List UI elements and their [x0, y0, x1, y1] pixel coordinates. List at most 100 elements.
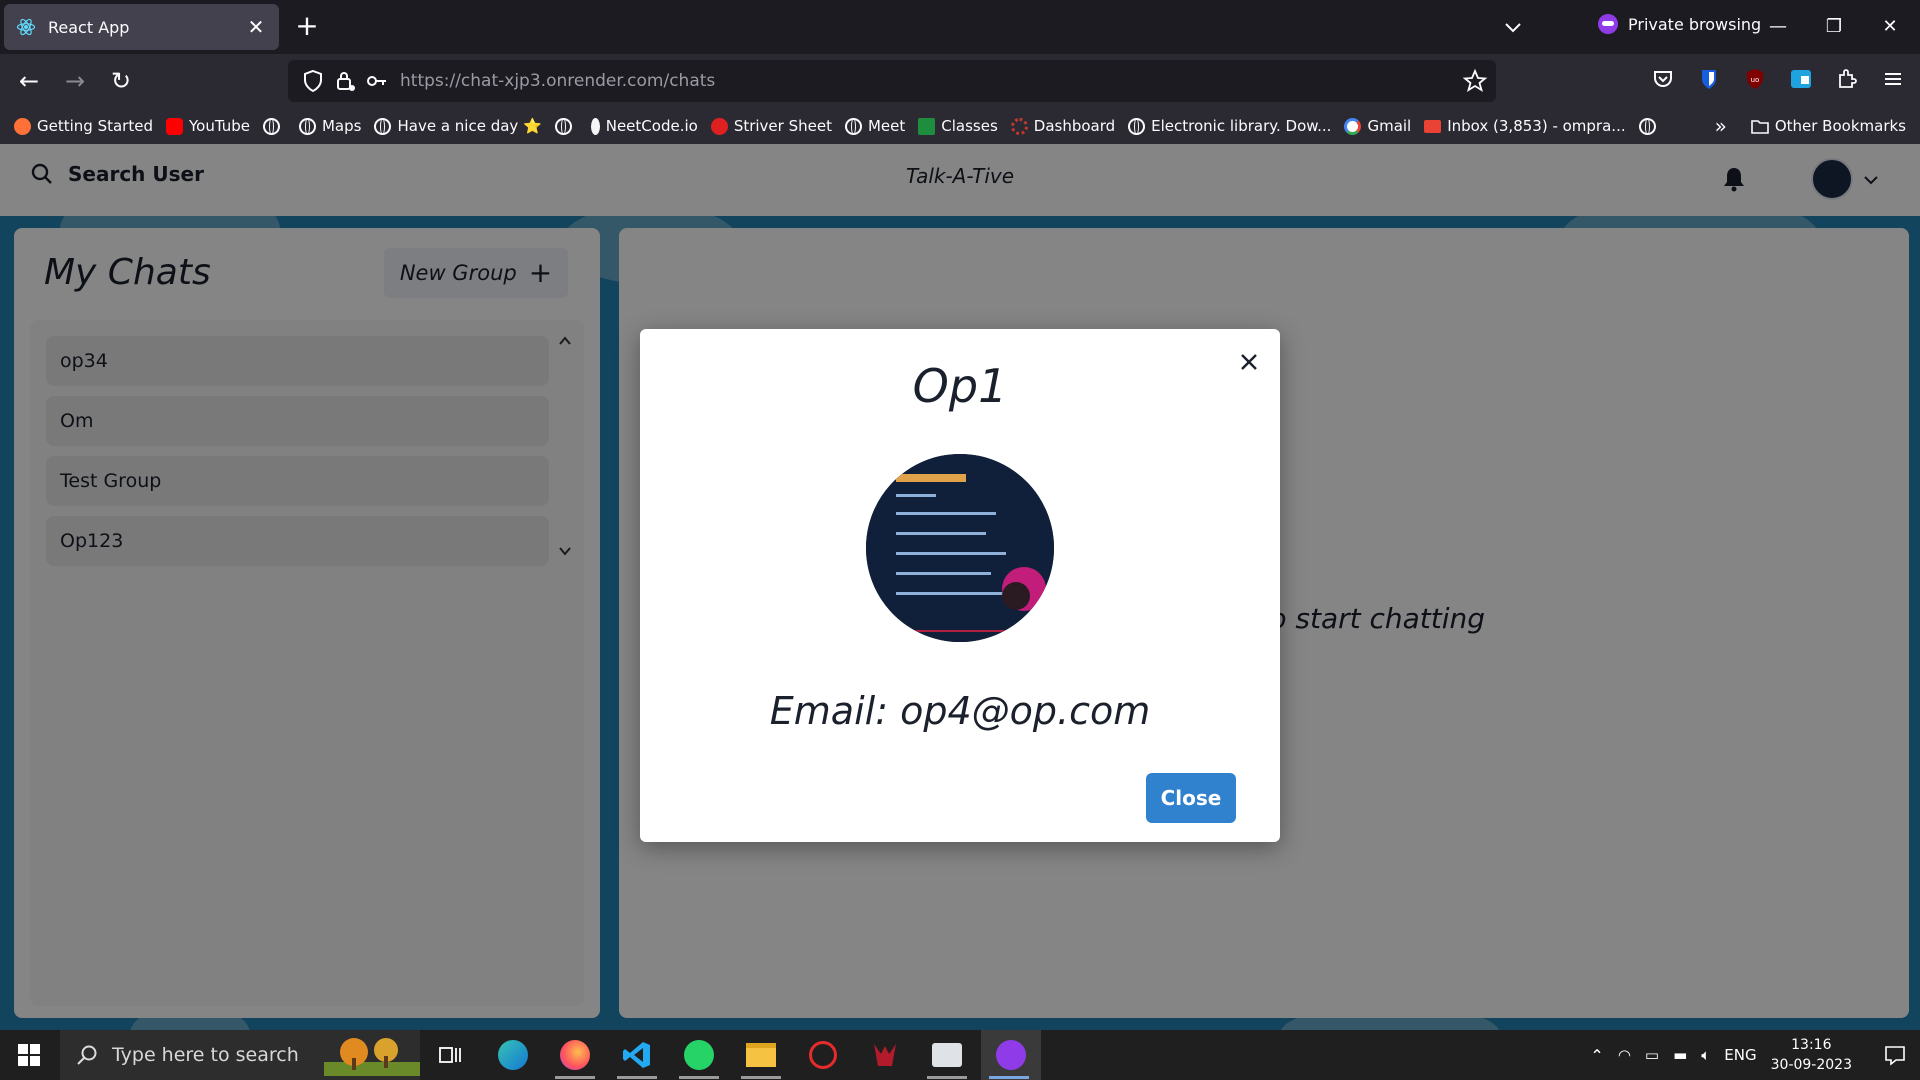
taskbar-firefox-private[interactable]: [981, 1030, 1041, 1080]
taskbar-tablet-app[interactable]: [919, 1030, 975, 1080]
user-profile-modal: Op1 Email: op4@op.com Close: [640, 329, 1280, 842]
taskbar-search-placeholder: Type here to search: [112, 1044, 299, 1066]
new-tab-button[interactable]: +: [292, 10, 322, 44]
bookmark-dashboard[interactable]: Dashboard: [1010, 117, 1116, 135]
whatsapp-icon: [684, 1040, 714, 1070]
bookmark-label: Electronic library. Dow...: [1151, 117, 1332, 135]
globe-icon: [554, 117, 572, 135]
autumn-scene-icon: [324, 1038, 420, 1076]
star-icon[interactable]: [1462, 68, 1488, 94]
modal-avatar-image: [866, 454, 1054, 642]
url-host: https://chat-xjp3.onrender.com: [400, 71, 664, 91]
extensions-icon[interactable]: [1834, 66, 1860, 92]
other-bookmarks-label: Other Bookmarks: [1774, 117, 1906, 135]
bookmark-label: Inbox (3,853) - ompra...: [1447, 117, 1626, 135]
bookmark-inbox[interactable]: Inbox (3,853) - ompra...: [1424, 117, 1626, 135]
taskbar-search[interactable]: Type here to search: [60, 1030, 420, 1080]
battery-icon[interactable]: ▬: [1673, 1046, 1687, 1064]
slide-thumbnail-image: [866, 454, 1054, 642]
bookmark-striver-sheet[interactable]: Striver Sheet: [710, 117, 832, 135]
globe-icon: [1128, 117, 1146, 135]
bookmark-label: Dashboard: [1033, 117, 1116, 135]
bookmark-youtube[interactable]: YouTube: [165, 117, 250, 135]
tuf-icon: [710, 117, 728, 135]
modal-user-name: Op1: [912, 359, 1008, 413]
app-red-icon: [809, 1041, 837, 1069]
globe-icon: [262, 117, 280, 135]
taskbar-vscode[interactable]: [609, 1030, 665, 1080]
chevron-double-right-icon[interactable]: »: [1715, 114, 1727, 138]
bookmark-meet[interactable]: Meet: [844, 117, 906, 135]
language-indicator[interactable]: ENG: [1724, 1046, 1756, 1064]
taskbar-whatsapp[interactable]: [671, 1030, 727, 1080]
bookmark-have-a-nice-day[interactable]: Have a nice day ⭐: [374, 117, 542, 135]
close-tab-icon[interactable]: ✕: [245, 15, 267, 39]
reload-button[interactable]: ↻: [106, 66, 136, 96]
url-bar[interactable]: https://chat-xjp3.onrender.com/chats: [288, 60, 1496, 102]
taskbar-firefox[interactable]: [547, 1030, 603, 1080]
clock-time: 13:16: [1791, 1037, 1832, 1053]
taskbar-predator[interactable]: [857, 1030, 913, 1080]
menu-icon[interactable]: [1880, 66, 1906, 92]
globe-icon: [374, 117, 392, 135]
browser-tab[interactable]: React App ✕: [4, 4, 279, 50]
close-icon[interactable]: [1234, 347, 1264, 377]
bookmark-globe-2[interactable]: [554, 117, 578, 135]
globe-icon: [1638, 117, 1656, 135]
clock[interactable]: 13:16 30-09-2023: [1771, 1035, 1852, 1075]
bookmark-label: Classes: [941, 117, 998, 135]
vscode-icon: [623, 1042, 650, 1068]
minimize-button[interactable]: —: [1756, 10, 1800, 44]
volume-icon[interactable]: 🔈︎: [1701, 1046, 1710, 1064]
system-tray: ⌃ ◠ ▭ ▬ 🔈︎ ENG 13:16 30-09-2023: [1590, 1030, 1920, 1080]
bookmark-label: Striver Sheet: [733, 117, 832, 135]
taskbar-file-explorer[interactable]: [733, 1030, 789, 1080]
bookmark-globe-1[interactable]: [262, 117, 286, 135]
shield-icon[interactable]: [300, 68, 326, 94]
back-button[interactable]: ←: [14, 66, 44, 96]
chevron-down-icon[interactable]: [1500, 14, 1526, 40]
close-button[interactable]: Close: [1146, 773, 1236, 823]
key-icon[interactable]: [364, 68, 390, 94]
chevron-up-icon[interactable]: ⌃: [1590, 1046, 1603, 1065]
taskbar-app-red[interactable]: [795, 1030, 851, 1080]
private-mask-icon: [996, 1040, 1026, 1070]
wifi-icon[interactable]: ◠: [1618, 1046, 1631, 1064]
notification-icon[interactable]: [1884, 1044, 1906, 1066]
globe-icon: [298, 117, 316, 135]
bookmark-globe-3[interactable]: [1638, 117, 1662, 135]
forward-button[interactable]: →: [60, 66, 90, 96]
ublock-icon[interactable]: uo: [1742, 66, 1768, 92]
bookmark-label: Getting Started: [37, 117, 153, 135]
url-path: /chats: [663, 71, 716, 91]
bitwarden-icon[interactable]: [1696, 66, 1722, 92]
bookmark-classes[interactable]: Classes: [918, 117, 998, 135]
bookmark-gmail[interactable]: Gmail: [1344, 117, 1411, 135]
folder-icon: [1751, 120, 1769, 134]
windows-start-icon[interactable]: [18, 1044, 40, 1066]
lock-icon[interactable]: [332, 68, 358, 94]
bookmark-label: Meet: [867, 117, 906, 135]
translate-icon[interactable]: [1788, 66, 1814, 92]
task-view-button[interactable]: [422, 1030, 478, 1080]
svg-text:uo: uo: [1751, 76, 1760, 84]
bookmark-neetcode[interactable]: NeetCode.io: [590, 117, 698, 135]
windows-taskbar: Type here to search ⌃ ◠ ▭ ▬ 🔈︎ ENG 13:16…: [0, 1030, 1920, 1080]
bookmark-maps[interactable]: Maps: [298, 117, 361, 135]
rocket-icon: [590, 117, 600, 135]
other-bookmarks[interactable]: Other Bookmarks: [1751, 117, 1906, 135]
search-icon: [77, 1045, 97, 1065]
clock-date: 30-09-2023: [1770, 1057, 1852, 1073]
restore-button[interactable]: ❐: [1812, 10, 1856, 44]
bookmark-electronic-library[interactable]: Electronic library. Dow...: [1128, 117, 1331, 135]
bookmark-label: Have a nice day ⭐: [397, 117, 542, 135]
pocket-icon[interactable]: [1650, 66, 1676, 92]
edge-icon: [498, 1040, 528, 1070]
bookmark-label: Gmail: [1367, 117, 1412, 135]
window-close-button[interactable]: ✕: [1868, 10, 1912, 44]
gmail-icon: [1424, 119, 1442, 133]
browser-nav-bar: ← → ↻ https://chat-xjp3.onrender.com/cha…: [0, 54, 1920, 108]
taskbar-edge[interactable]: [485, 1030, 541, 1080]
bookmark-getting-started[interactable]: Getting Started: [14, 117, 153, 135]
meet-now-icon[interactable]: ▭: [1645, 1046, 1659, 1064]
